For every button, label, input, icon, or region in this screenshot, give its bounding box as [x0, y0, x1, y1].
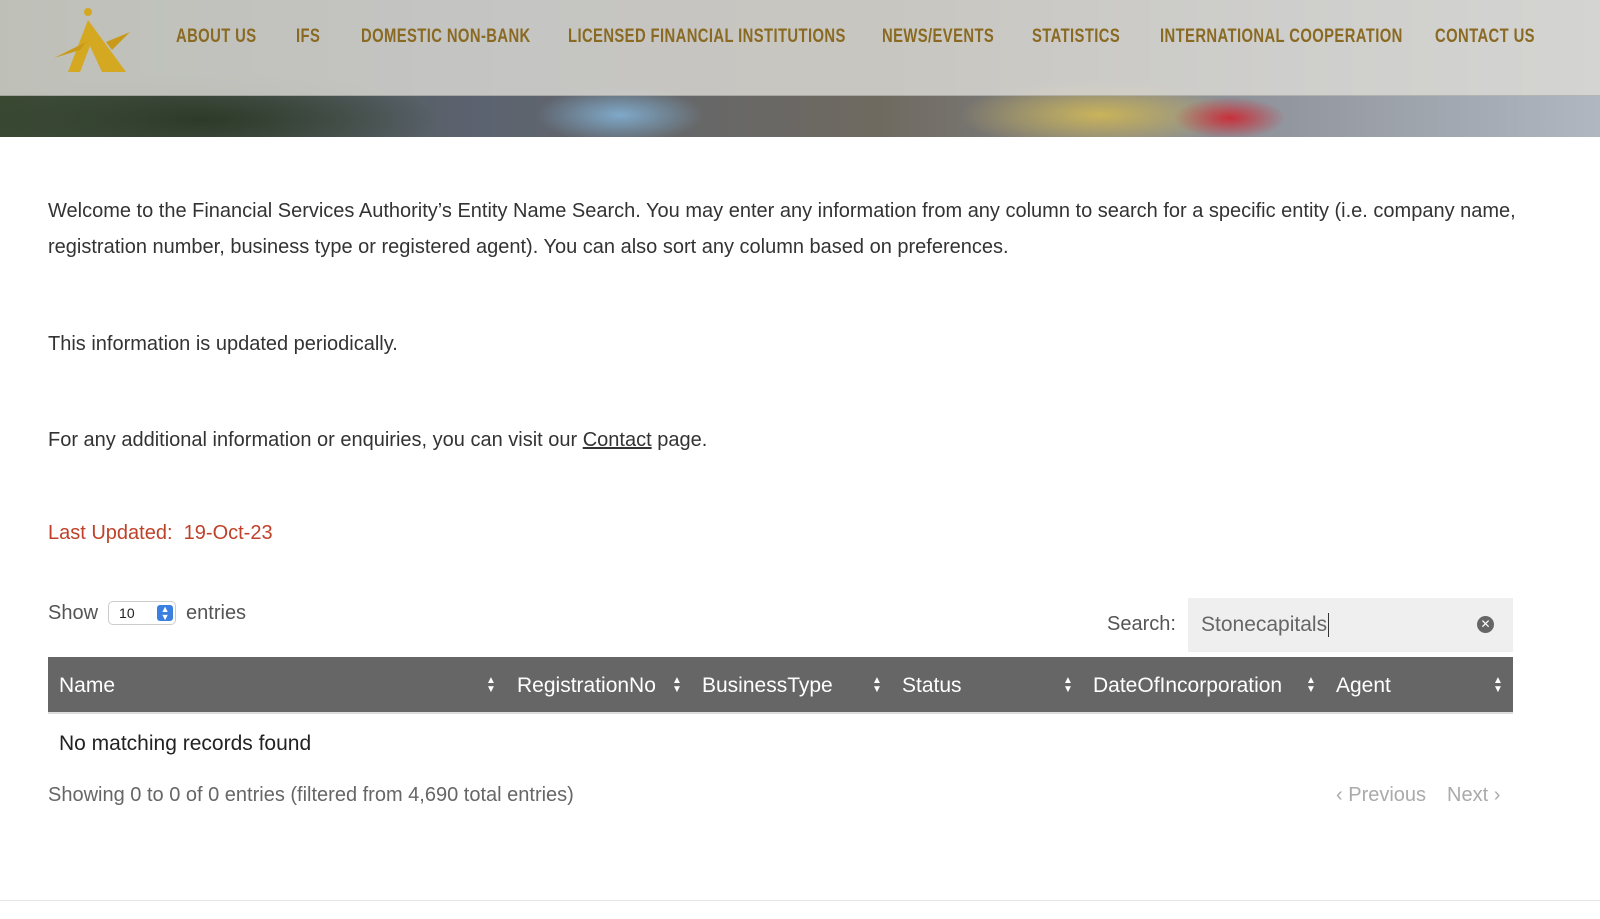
- clear-search-icon[interactable]: ✕: [1477, 616, 1494, 633]
- divider: [0, 900, 1600, 901]
- sort-icon[interactable]: ▲ ▼: [485, 676, 497, 695]
- nav-news-events[interactable]: NEWS/EVENTS: [882, 26, 994, 48]
- last-updated: Last Updated: 19-Oct-23: [48, 522, 273, 545]
- empty-message: No matching records found: [59, 732, 312, 755]
- navbar: ABOUT US IFS DOMESTIC NON-BANK LICENSED …: [0, 0, 1600, 96]
- search-input[interactable]: Stonecapitals ✕: [1188, 598, 1513, 652]
- last-updated-value: 19-Oct-23: [183, 522, 273, 544]
- page-size-value: 10: [119, 605, 135, 621]
- contact-text: For any additional information or enquir…: [48, 429, 583, 451]
- chevron-left-icon: ‹: [1336, 784, 1343, 806]
- nav-ifs[interactable]: IFS: [296, 26, 320, 48]
- nav-domestic-non-bank[interactable]: DOMESTIC NON-BANK: [361, 26, 531, 48]
- nav-about-us[interactable]: ABOUT US: [176, 26, 257, 48]
- header-banner: ABOUT US IFS DOMESTIC NON-BANK LICENSED …: [0, 0, 1600, 137]
- sort-icon[interactable]: ▲ ▼: [871, 676, 883, 695]
- sort-icon[interactable]: ▲ ▼: [671, 676, 683, 695]
- page-size-select[interactable]: 10 ▲ ▼: [108, 601, 177, 625]
- sort-icon[interactable]: ▲ ▼: [1492, 676, 1504, 695]
- search-label: Search:: [1107, 613, 1176, 635]
- chevron-right-icon: ›: [1493, 784, 1501, 806]
- contact-text-end: page.: [651, 429, 708, 451]
- nav-licensed-financial-institutions[interactable]: LICENSED FINANCIAL INSTITUTIONS: [568, 26, 846, 48]
- column-name[interactable]: Name: [59, 657, 115, 714]
- last-updated-label: Last Updated:: [48, 522, 173, 544]
- column-agent[interactable]: Agent: [1336, 657, 1391, 714]
- table-info: Showing 0 to 0 of 0 entries (filtered fr…: [48, 784, 574, 806]
- nav-international-cooperation[interactable]: INTERNATIONAL COOPERATION: [1160, 26, 1403, 48]
- show-label: Show: [48, 601, 99, 624]
- sort-icon[interactable]: ▲ ▼: [1305, 676, 1317, 695]
- column-dateofincorporation[interactable]: DateOfIncorporation: [1093, 657, 1282, 714]
- column-registrationno[interactable]: RegistrationNo: [517, 657, 656, 714]
- select-chevron-icon: ▲ ▼: [157, 605, 174, 622]
- main-nav: ABOUT US IFS DOMESTIC NON-BANK LICENSED …: [0, 26, 1600, 52]
- previous-button[interactable]: ‹ Previous: [1336, 784, 1426, 807]
- table-header: Name ▲ ▼ RegistrationNo ▲ ▼ BusinessType ▲…: [48, 657, 1513, 714]
- page-length-control: Show 10 ▲ ▼ entries: [48, 601, 246, 625]
- column-status[interactable]: Status: [902, 657, 962, 714]
- text-cursor: [1328, 613, 1330, 637]
- entries-label: entries: [186, 601, 247, 624]
- next-label: Next: [1447, 784, 1489, 806]
- contact-paragraph: For any additional information or enquir…: [48, 422, 1528, 458]
- nav-contact-us[interactable]: CONTACT US: [1435, 26, 1535, 48]
- column-businesstype[interactable]: BusinessType: [702, 657, 833, 714]
- previous-label: Previous: [1348, 784, 1427, 806]
- sort-icon[interactable]: ▲ ▼: [1062, 676, 1074, 695]
- nav-statistics[interactable]: STATISTICS: [1032, 26, 1120, 48]
- next-button[interactable]: Next ›: [1447, 784, 1500, 807]
- search-value: Stonecapitals: [1201, 613, 1328, 636]
- update-note: This information is updated periodically…: [48, 333, 398, 355]
- contact-link[interactable]: Contact: [583, 429, 652, 451]
- intro-paragraph: Welcome to the Financial Services Author…: [48, 200, 1516, 258]
